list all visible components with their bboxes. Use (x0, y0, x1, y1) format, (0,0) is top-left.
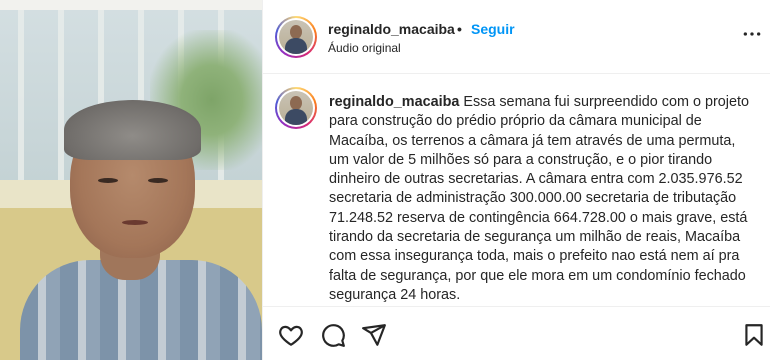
action-bar (263, 306, 770, 360)
caption-avatar[interactable] (275, 87, 317, 129)
heart-icon[interactable] (278, 322, 304, 348)
comment-icon[interactable] (320, 322, 346, 348)
caption-username[interactable]: reginaldo_macaiba (329, 94, 459, 110)
post-header: reginaldo_macaiba • Seguir Áudio origina… (263, 0, 770, 74)
audio-label[interactable]: Áudio original (328, 41, 401, 55)
caption-text: Essa semana fui surpreendido com o proje… (329, 94, 749, 303)
avatar[interactable] (275, 16, 317, 58)
follow-button[interactable]: Seguir (471, 21, 515, 37)
post-caption: reginaldo_macaiba Essa semana fui surpree… (329, 93, 759, 305)
header-username[interactable]: reginaldo_macaiba (328, 21, 455, 37)
share-icon[interactable] (361, 322, 387, 348)
post-video[interactable] (0, 0, 262, 360)
more-options-icon[interactable] (741, 24, 763, 44)
post-panel: reginaldo_macaiba • Seguir Áudio origina… (262, 0, 770, 360)
bookmark-icon[interactable] (741, 322, 767, 348)
separator-dot: • (457, 21, 462, 37)
video-person (20, 100, 262, 360)
